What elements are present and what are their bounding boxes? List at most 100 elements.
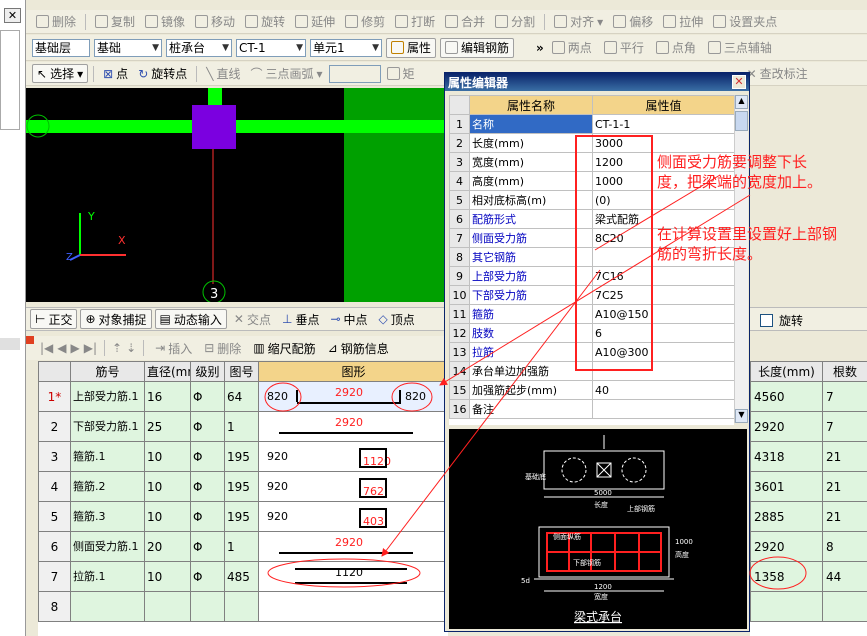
scroll-down-icon[interactable]: ▼ (735, 409, 748, 423)
count-cell[interactable] (822, 591, 867, 622)
table-row[interactable]: 8 (38, 591, 448, 622)
grade-cell[interactable]: Φ (190, 381, 225, 412)
length-cell[interactable]: 2885 (750, 501, 823, 532)
shape-cell[interactable]: 920 762 (258, 471, 448, 502)
drawing-canvas[interactable]: 3 Y X Z (26, 88, 446, 302)
dynamic-input-button[interactable]: ▤ 动态输入 (154, 309, 227, 329)
grade-cell[interactable]: Φ (190, 411, 225, 442)
length-cell[interactable]: 2920 (750, 411, 823, 442)
intersection-button[interactable]: ✕ 交点 (230, 309, 275, 329)
rebar-name-cell[interactable]: 箍筋.3 (70, 501, 145, 532)
count-cell[interactable]: 44 (822, 561, 867, 592)
diameter-cell[interactable]: 25 (144, 411, 191, 442)
figure-no-cell[interactable]: 195 (224, 471, 259, 502)
arc-button[interactable]: ⌒ 三点画弧 ▾ (247, 64, 327, 84)
row-number[interactable]: 5 (38, 501, 71, 532)
shape-cell[interactable]: 1120 (258, 561, 448, 592)
figure-no-cell[interactable] (224, 591, 259, 622)
count-cell[interactable]: 7 (822, 381, 867, 412)
diameter-cell[interactable]: 10 (144, 441, 191, 472)
count-cell[interactable]: 8 (822, 531, 867, 562)
property-row[interactable]: 1 名称 CT-1-1 (449, 114, 734, 134)
figure-no-cell[interactable]: 1 (224, 531, 259, 562)
grade-cell[interactable]: Φ (190, 501, 225, 532)
table-row[interactable]: 7 拉筋.1 10 Φ 485 1120 (38, 561, 448, 592)
scale-rebar-button[interactable]: ▥ 缩尺配筋 (249, 338, 319, 358)
trim-button[interactable]: 修剪 (341, 12, 389, 32)
shape-cell[interactable]: 2920 (258, 531, 448, 562)
arc-mode-select[interactable] (328, 64, 381, 83)
count-cell[interactable]: 7 (822, 411, 867, 442)
grid-delete-button[interactable]: ⊟ 删除 (200, 338, 245, 358)
table-row[interactable]: 4560 7 (750, 381, 867, 412)
ortho-button[interactable]: ⊢ 正交 (30, 309, 78, 329)
table-row[interactable]: 3 箍筋.1 10 Φ 195 920 1120 (38, 441, 448, 472)
select-button[interactable]: ↖ 选择 ▾ (32, 64, 89, 83)
stretch-button[interactable]: 拉伸 (659, 12, 707, 32)
grade-cell[interactable]: Φ (190, 561, 225, 592)
row-number[interactable]: 4 (38, 471, 71, 502)
extend-button[interactable]: 延伸 (291, 12, 339, 32)
table-row[interactable]: 1* 上部受力筋.1 16 Φ 64 820 2920 820 (38, 381, 448, 412)
count-cell[interactable]: 21 (822, 471, 867, 502)
length-cell[interactable]: 1358 (750, 561, 823, 592)
diameter-cell[interactable]: 10 (144, 501, 191, 532)
table-row[interactable]: 6 侧面受力筋.1 20 Φ 1 2920 (38, 531, 448, 562)
property-value-cell[interactable]: 40 (592, 380, 734, 400)
row-number[interactable]: 8 (38, 591, 71, 622)
copy-button[interactable]: 复制 (91, 12, 139, 32)
element-select[interactable]: CT-1 ▼ (236, 38, 306, 57)
row-number[interactable]: 3 (38, 441, 71, 472)
property-button[interactable]: 属性 (386, 37, 437, 58)
figure-no-cell[interactable]: 64 (224, 381, 259, 412)
diameter-cell[interactable]: 10 (144, 471, 191, 502)
table-row[interactable]: 4318 21 (750, 441, 867, 472)
table-row[interactable]: 3601 21 (750, 471, 867, 502)
merge-button[interactable]: 合并 (441, 12, 489, 32)
length-cell[interactable]: 2920 (750, 531, 823, 562)
row-number[interactable]: 1* (38, 381, 71, 412)
shape-cell[interactable]: 920 403 (258, 501, 448, 532)
table-row[interactable]: 4 箍筋.2 10 Φ 195 920 762 (38, 471, 448, 502)
rebar-name-cell[interactable]: 拉筋.1 (70, 561, 145, 592)
scroll-thumb[interactable] (735, 111, 748, 131)
more-chevron-icon[interactable]: » (536, 41, 544, 55)
line-button[interactable]: ╲ 直线 (202, 64, 244, 84)
rebar-name-cell[interactable]: 侧面受力筋.1 (70, 531, 145, 562)
check-annotation-button[interactable]: ✕ 查改标注 (743, 64, 812, 84)
shape-cell[interactable]: 820 2920 820 (258, 381, 448, 412)
perpendicular-button[interactable]: ⊥ 垂点 (278, 309, 323, 329)
next-record-icon[interactable]: ▶ (71, 341, 80, 355)
last-record-icon[interactable]: ▶| (84, 341, 97, 355)
first-record-icon[interactable]: |◀ (40, 341, 53, 355)
table-row[interactable]: 2920 7 (750, 411, 867, 442)
row-number[interactable]: 7 (38, 561, 71, 592)
rebar-name-cell[interactable]: 箍筋.2 (70, 471, 145, 502)
offset-button[interactable]: 偏移 (609, 12, 657, 32)
length-cell[interactable] (750, 591, 823, 622)
figure-no-cell[interactable]: 1 (224, 411, 259, 442)
type-select[interactable]: 桩承台 ▼ (166, 38, 232, 57)
scroll-up-icon[interactable]: ▲ (735, 95, 748, 109)
three-point-axis-button[interactable]: 三点辅轴 (704, 38, 776, 58)
move-up-icon[interactable]: ⇡ (112, 341, 122, 355)
property-value-cell[interactable]: CT-1-1 (592, 114, 734, 134)
split-button[interactable]: 分割 (491, 12, 539, 32)
left-tree-panel[interactable] (0, 30, 20, 130)
rotate-checkbox[interactable] (760, 314, 773, 327)
object-snap-button[interactable]: ⊕ 对象捕捉 (80, 309, 152, 329)
length-cell[interactable]: 4560 (750, 381, 823, 412)
parallel-button[interactable]: 平行 (600, 38, 648, 58)
grade-cell[interactable]: Φ (190, 441, 225, 472)
property-value-cell[interactable] (592, 399, 734, 419)
rebar-name-cell[interactable]: 上部受力筋.1 (70, 381, 145, 412)
floor-select[interactable]: 基础层 (32, 38, 90, 57)
move-down-icon[interactable]: ⇣ (126, 341, 136, 355)
point-button[interactable]: ⊠ 点 (99, 64, 132, 84)
category-select[interactable]: 基础 ▼ (94, 38, 162, 57)
rect-button[interactable]: 矩 (383, 64, 419, 84)
dialog-close-icon[interactable]: ✕ (732, 75, 746, 89)
edit-rebar-button[interactable]: 编辑钢筋 (440, 37, 515, 58)
figure-no-cell[interactable]: 195 (224, 441, 259, 472)
vertex-button[interactable]: ◇ 顶点 (375, 309, 419, 329)
